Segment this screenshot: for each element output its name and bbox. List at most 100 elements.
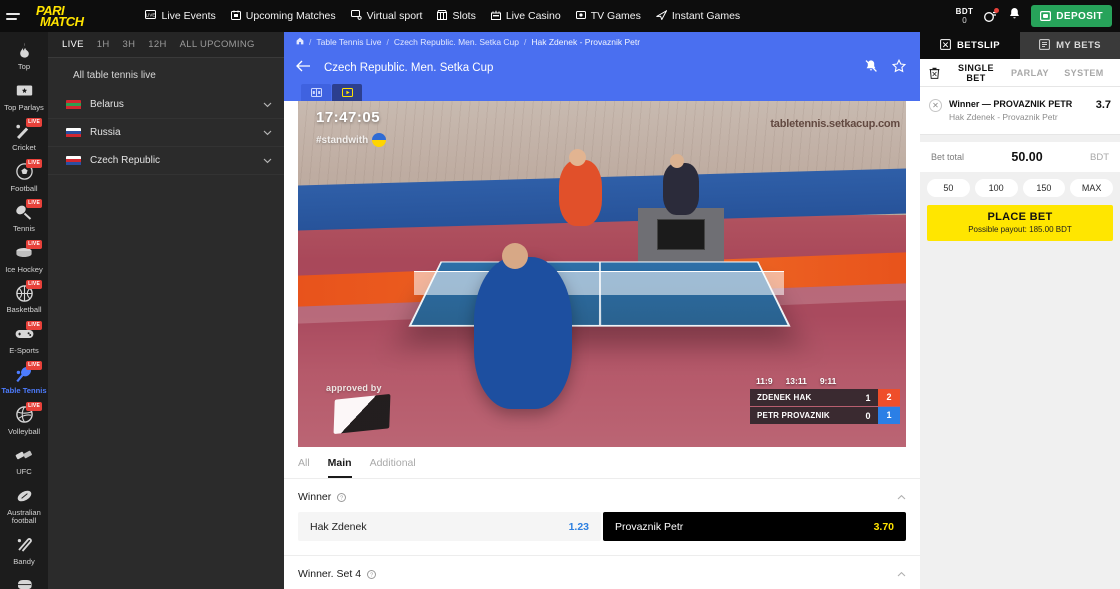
filter-12h[interactable]: 12H (148, 39, 166, 50)
nav-item-slots[interactable]: Slots (437, 9, 476, 23)
video-approved-label: approved by (326, 383, 382, 393)
league-row-czech-republic-label: Czech Republic (90, 155, 161, 166)
outcome-hak-zdenek[interactable]: Hak Zdenek 1.23 (298, 512, 601, 541)
volleyball-icon: LIVE (13, 401, 42, 425)
league-row-russia[interactable]: Russia (48, 119, 284, 147)
ticket-star-icon (13, 81, 35, 101)
tab-all[interactable]: All (298, 453, 310, 478)
sidebar-item-ice-hockey[interactable]: LIVE Ice Hockey (0, 239, 48, 280)
live-badge: LIVE (26, 320, 42, 330)
flag-russia-icon (66, 127, 81, 138)
bet-type-single[interactable]: SINGLE BET (949, 63, 1003, 83)
sports-rail: Top Top Parlays LIVE Cricket LIVE Footba… (0, 32, 48, 589)
collapse-market-winner-set-4-button[interactable] (897, 571, 906, 577)
home-icon[interactable] (296, 37, 304, 47)
sidebar-item-tennis[interactable]: LIVE Tennis (0, 198, 48, 239)
tab-video[interactable] (332, 84, 362, 101)
sidebar-item-ufc[interactable]: UFC (0, 441, 48, 482)
filter-all-upcoming[interactable]: ALL UPCOMING (180, 39, 255, 50)
top-nav: LIVE Live Events Upcoming Matches Virtua… (145, 9, 740, 23)
chevron-down-icon[interactable] (263, 158, 272, 164)
scoreboard-row-player-2: PETR PROVAZNIK 0 1 (750, 407, 900, 424)
sidebar-item-top-parlays[interactable]: Top Parlays (0, 77, 48, 118)
nav-item-upcoming-matches[interactable]: Upcoming Matches (230, 10, 336, 23)
stake-chip-100[interactable]: 100 (974, 179, 1018, 197)
sidebar-item-boxing[interactable]: Boxing (0, 571, 48, 589)
sidebar-item-bandy[interactable]: Bandy (0, 531, 48, 572)
league-row-belarus[interactable]: Belarus (48, 91, 284, 119)
balance-display[interactable]: BDT 0 (956, 7, 974, 25)
sidebar-item-e-sports[interactable]: LIVE E-Sports (0, 320, 48, 361)
sidebar-item-table-tennis[interactable]: LIVE Table Tennis (0, 360, 48, 401)
info-icon[interactable]: ? (367, 569, 377, 579)
sidebar-item-volleyball-label: Volleyball (7, 426, 41, 436)
stake-chip-150[interactable]: 150 (1022, 179, 1066, 197)
brand-logo[interactable]: PARI MATCH (36, 4, 84, 28)
bell-off-icon[interactable] (864, 59, 878, 78)
league-row-czech-republic[interactable]: Czech Republic (48, 147, 284, 175)
nav-item-live-events[interactable]: LIVE Live Events (145, 10, 216, 22)
live-badge: LIVE (26, 199, 42, 208)
clear-betslip-button[interactable] (929, 67, 940, 79)
top-bar: PARI MATCH LIVE Live Events Upcoming Mat… (0, 0, 1120, 32)
bet-total-input[interactable]: 50.00 (964, 150, 1090, 164)
stake-chip-50[interactable]: 50 (927, 179, 970, 197)
breadcrumb-item-1[interactable]: Czech Republic. Men. Setka Cup (394, 37, 519, 47)
notifications-button[interactable] (1009, 7, 1020, 25)
promo-button[interactable] (984, 8, 1000, 23)
video-standwith-overlay: #standwith (316, 133, 387, 147)
sidebar-item-cricket[interactable]: LIVE Cricket (0, 117, 48, 158)
live-video-player[interactable]: tabletennis.setkacup.com 17:47:05 #stand… (298, 101, 906, 447)
info-icon[interactable]: ? (337, 492, 347, 502)
ukraine-flag-icon (372, 133, 387, 147)
tab-my-bets[interactable]: MY BETS (1020, 32, 1120, 59)
filter-3h[interactable]: 3H (123, 39, 136, 50)
bet-type-parlay[interactable]: PARLAY (1003, 68, 1057, 78)
place-bet-button[interactable]: PLACE BET Possible payout: 185.00 BDT (927, 205, 1113, 241)
instant-games-icon (656, 9, 668, 23)
outcome-hak-zdenek-label: Hak Zdenek (310, 520, 367, 533)
sidebar-item-top[interactable]: Top (0, 36, 48, 77)
app-root: PARI MATCH LIVE Live Events Upcoming Mat… (0, 0, 1120, 589)
sidebar-item-australian-football[interactable]: Australian football (0, 482, 48, 531)
nav-item-virtual-sport[interactable]: Virtual sport (350, 9, 423, 23)
sidebar-item-football[interactable]: LIVE Football (0, 158, 48, 199)
live-badge: LIVE (26, 361, 42, 370)
sidebar-item-basketball[interactable]: LIVE Basketball (0, 279, 48, 320)
sidebar-item-volleyball[interactable]: LIVE Volleyball (0, 401, 48, 442)
time-filter-bar: LIVE 1H 3H 12H ALL UPCOMING (48, 32, 284, 58)
bet-type-system[interactable]: SYSTEM (1057, 68, 1111, 78)
breadcrumb-item-0[interactable]: Table Tennis Live (316, 37, 381, 47)
tab-betslip[interactable]: BETSLIP (920, 32, 1020, 59)
deposit-button[interactable]: DEPOSIT (1031, 5, 1112, 27)
market-group-winner: Winner ? Hak Zdenek 1.23 Provaznik Petr … (284, 479, 920, 541)
slots-icon (437, 9, 448, 23)
stake-chip-max[interactable]: MAX (1070, 179, 1113, 197)
star-icon[interactable] (891, 58, 907, 78)
remove-selection-button[interactable]: ✕ (929, 99, 942, 112)
sidebar-item-australian-football-label: Australian football (7, 507, 41, 525)
chevron-down-icon[interactable] (263, 130, 272, 136)
nav-item-virtual-sport-label: Virtual sport (366, 10, 423, 22)
league-row-belarus-label: Belarus (90, 99, 124, 110)
filter-1h[interactable]: 1H (97, 39, 110, 50)
tab-main[interactable]: Main (327, 453, 352, 478)
breadcrumb-separator: / (309, 37, 312, 47)
collapse-market-winner-button[interactable] (897, 494, 906, 500)
back-button[interactable] (296, 59, 311, 77)
market-group-winner-set-4-header: Winner. Set 4 ? (284, 556, 920, 589)
all-table-tennis-live-link[interactable]: All table tennis live (48, 58, 284, 91)
filter-live[interactable]: LIVE (62, 39, 84, 50)
nav-item-instant-games[interactable]: Instant Games (656, 9, 740, 23)
live-badge: LIVE (26, 280, 42, 289)
outcome-provaznik-petr[interactable]: Provaznik Petr 3.70 (603, 512, 906, 541)
tab-additional[interactable]: Additional (370, 453, 416, 478)
esports-icon: LIVE (13, 320, 42, 344)
tab-scoreboard[interactable] (301, 84, 331, 101)
chevron-down-icon[interactable] (263, 102, 272, 108)
breadcrumb-item-2: Hak Zdenek - Provaznik Petr (531, 37, 641, 47)
nav-item-tv-games[interactable]: TV Games (575, 10, 641, 23)
nav-item-live-casino[interactable]: Live Casino (490, 10, 561, 23)
menu-toggle-button[interactable] (6, 12, 34, 20)
video-scoreboard: 11:9 13:11 9:11 ZDENEK HAK 1 2 PETR PROV… (750, 376, 900, 425)
